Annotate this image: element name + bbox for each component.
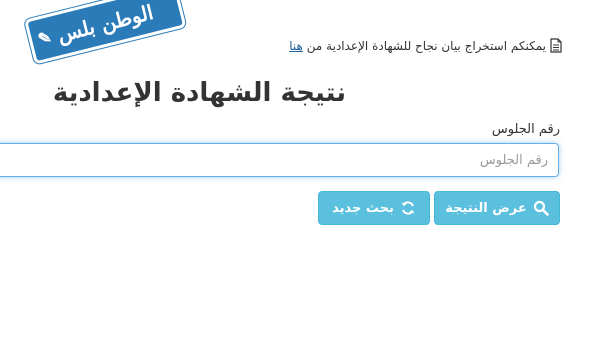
seat-number-label: رقم الجلوس: [491, 122, 560, 137]
logo-text: الوطن بلس: [54, 0, 156, 47]
notice-bar: يمكنكم استخراج بيان نجاح للشهادة الإعداد…: [289, 38, 562, 53]
search-icon: [533, 200, 549, 216]
show-result-label: عرض النتيجة: [445, 200, 527, 216]
refresh-icon: [401, 201, 415, 215]
notice-link[interactable]: هنا: [289, 39, 303, 53]
new-search-button[interactable]: بحث جديد: [318, 191, 430, 225]
page-title: نتيجة الشهادة الإعدادية: [52, 78, 346, 108]
document-icon: [550, 38, 562, 53]
pen-icon: ✎: [35, 27, 54, 49]
site-logo: ✎ الوطن بلس: [24, 0, 187, 65]
notice-text: يمكنكم استخراج بيان نجاح للشهادة الإعداد…: [306, 38, 546, 53]
new-search-label: بحث جديد: [332, 200, 394, 216]
show-result-button[interactable]: عرض النتيجة: [434, 191, 560, 225]
seat-number-input[interactable]: [0, 143, 559, 177]
